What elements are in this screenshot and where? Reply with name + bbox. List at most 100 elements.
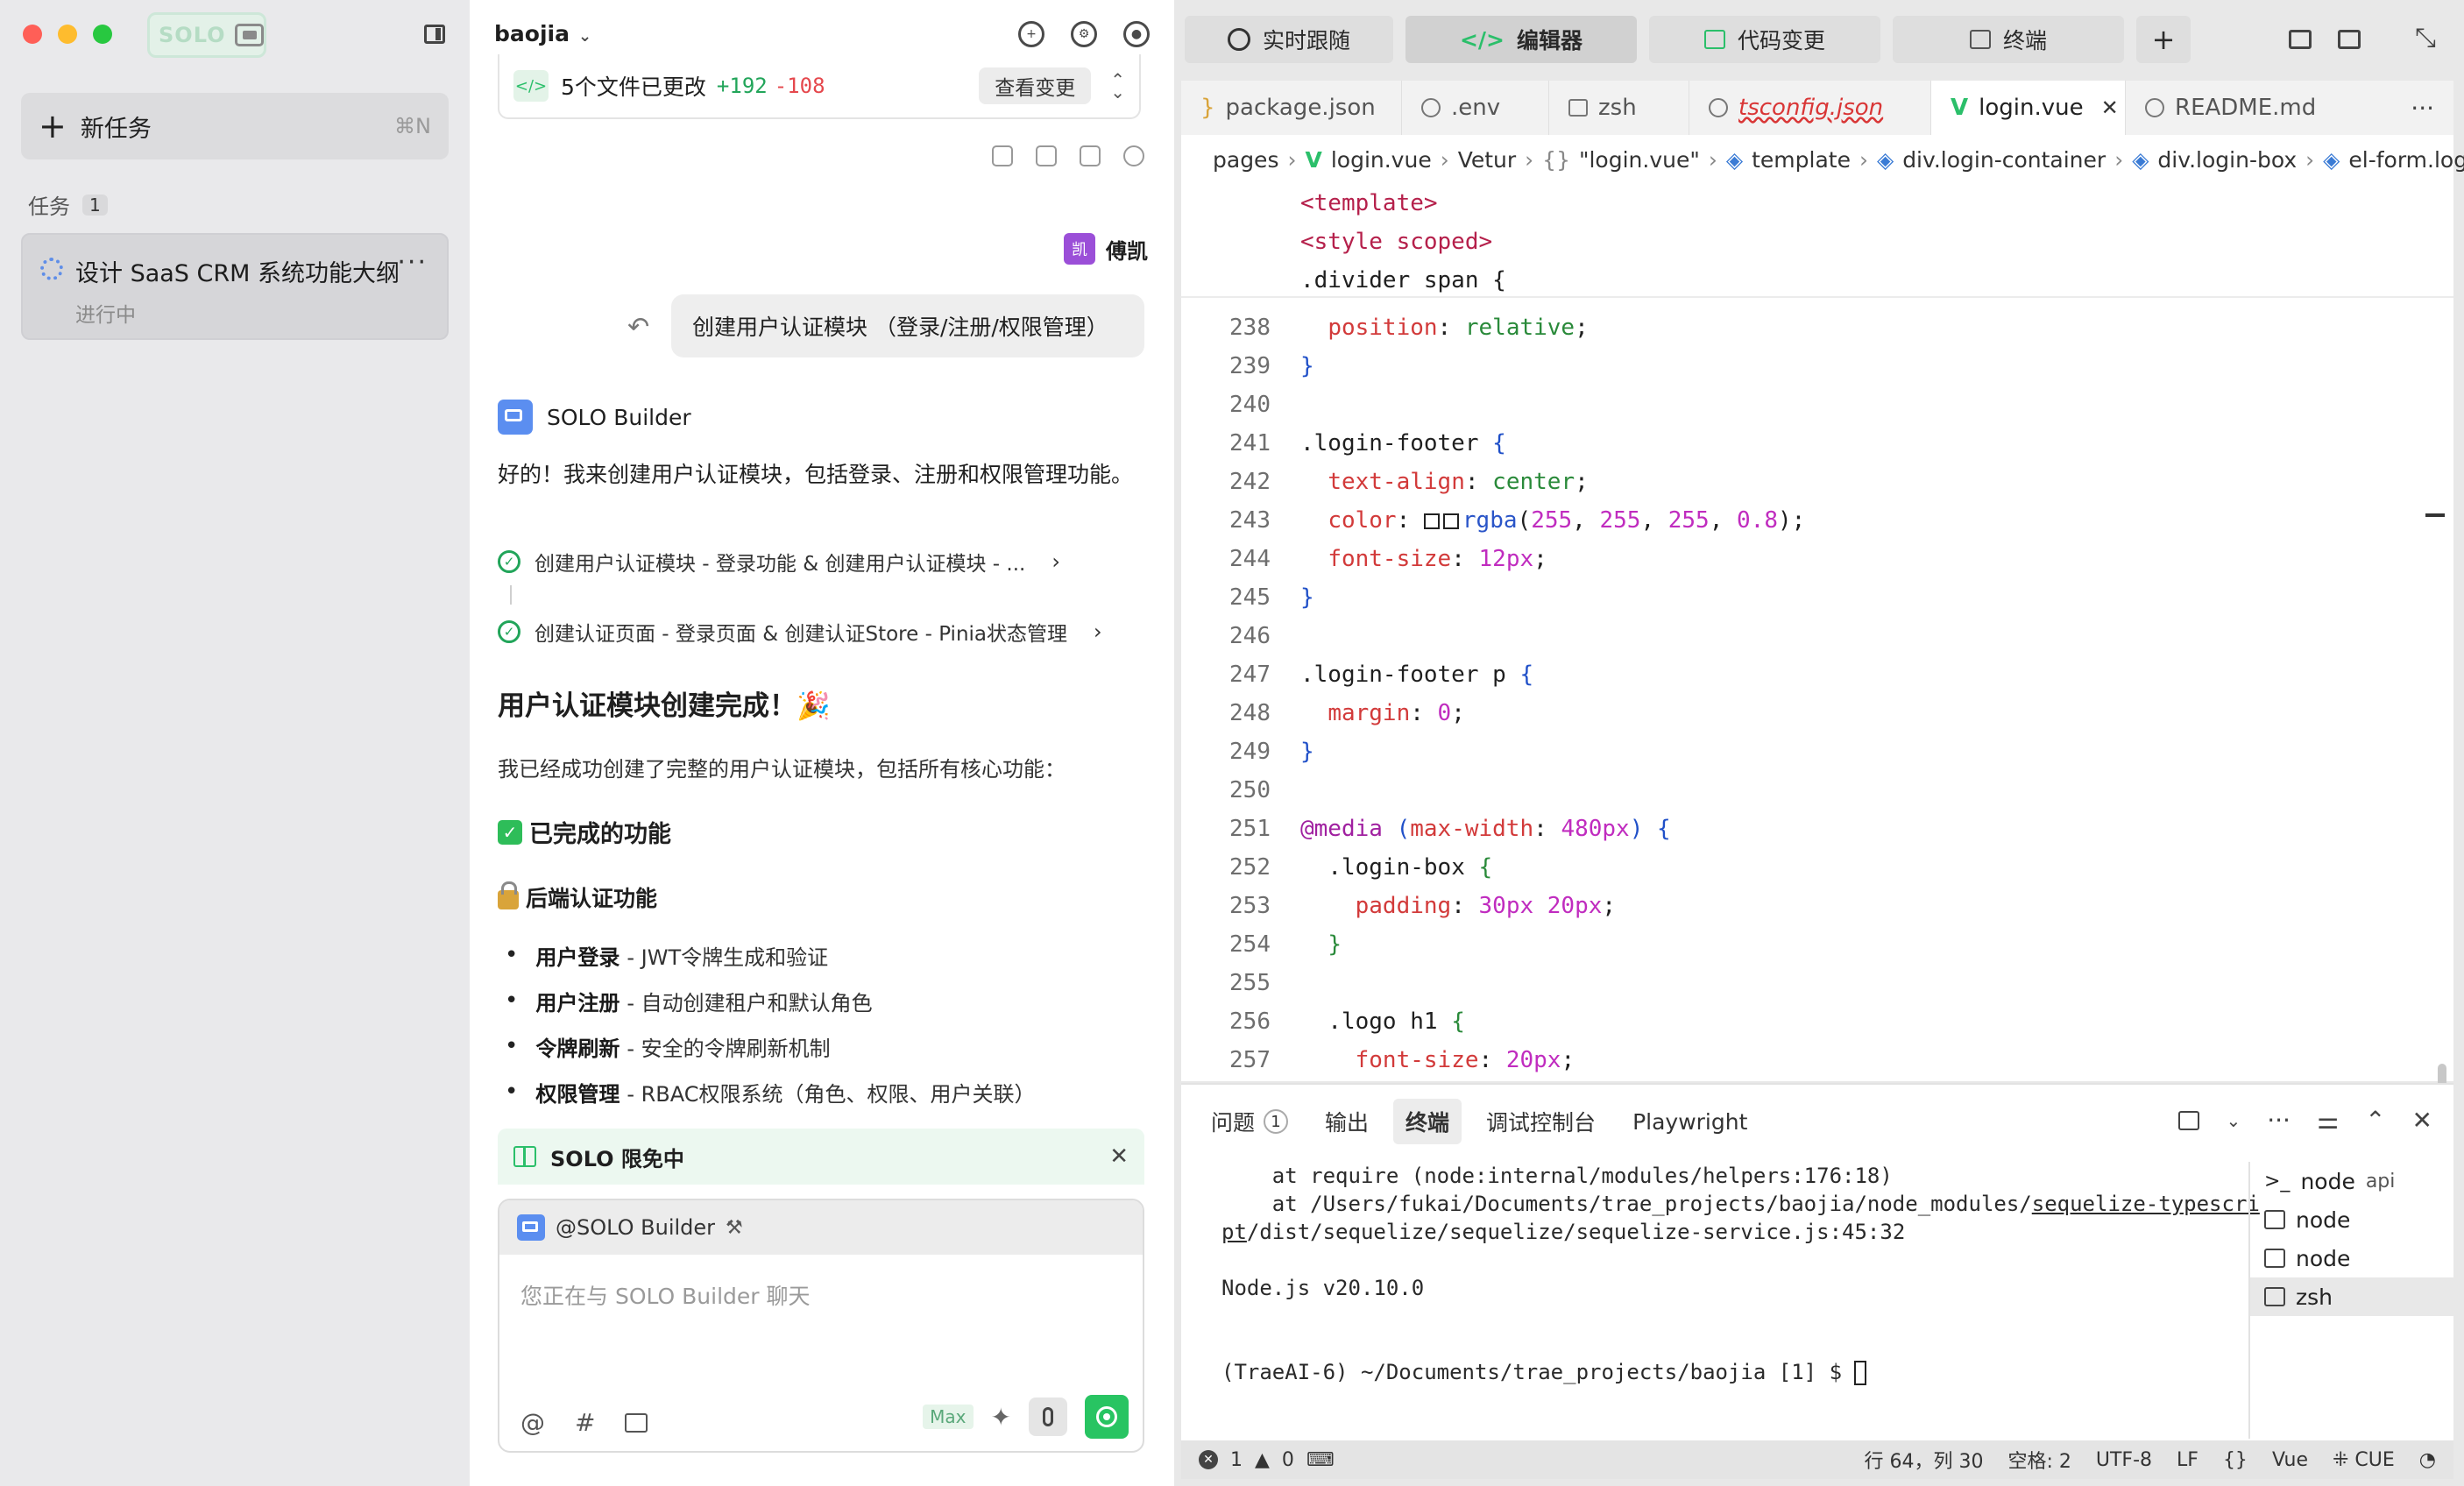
breadcrumb-item[interactable]: pages <box>1213 147 1278 173</box>
collapse-icon[interactable]: ⤡ <box>2415 23 2436 53</box>
breadcrumb-item[interactable]: template <box>1752 147 1851 173</box>
project-selector[interactable]: baojia ⌄ <box>494 21 591 46</box>
code-line[interactable]: 254 } <box>1181 925 2408 964</box>
code-line[interactable]: 256 .logo h1 { <box>1181 1002 2408 1041</box>
file-tab-tsconfig[interactable]: tsconfig.json <box>1689 81 1931 135</box>
microphone-icon[interactable] <box>1029 1398 1067 1436</box>
file-tab-readme[interactable]: README.md <box>2126 81 2343 135</box>
file-tab-zsh[interactable]: zsh <box>1549 81 1689 135</box>
copy-icon[interactable] <box>1080 145 1101 166</box>
close-panel-icon[interactable]: ✕ <box>2412 1106 2432 1135</box>
tab-terminal[interactable]: 终端 <box>1893 16 2124 63</box>
terminal-item[interactable]: node <box>2250 1239 2453 1277</box>
cue-status[interactable]: ⁜ CUE <box>2333 1449 2395 1471</box>
account-icon[interactable]: ● <box>1123 21 1150 47</box>
thumbs-up-icon[interactable] <box>992 145 1013 166</box>
encoding[interactable]: UTF-8 <box>2096 1449 2152 1471</box>
tab-output[interactable]: 输出 <box>1313 1099 1381 1144</box>
code-line[interactable]: 239} <box>1181 347 2408 386</box>
view-changes-button[interactable]: 查看变更 <box>979 67 1092 104</box>
expand-collapse-icon[interactable]: ⌃ ⌄ <box>1110 71 1125 101</box>
tools-icon[interactable]: ⚒ <box>726 1217 743 1239</box>
tab-terminal[interactable]: 终端 <box>1393 1099 1462 1144</box>
minimize-window-button[interactable] <box>58 25 77 44</box>
more-options-icon[interactable]: ··· <box>397 247 428 278</box>
terminal-item[interactable]: >_ node api <box>2250 1162 2453 1200</box>
terminal-item[interactable]: zsh <box>2250 1277 2453 1316</box>
color-swatch[interactable] <box>1423 513 1440 529</box>
breadcrumb-item[interactable]: el-form.log <box>2348 147 2464 173</box>
breadcrumb-item[interactable]: Vetur <box>1458 147 1516 173</box>
new-task-button[interactable]: + 新任务 ⌘N <box>21 93 449 159</box>
tab-problems[interactable]: 问题 1 <box>1199 1099 1300 1144</box>
gear-icon[interactable]: ⚙ <box>1071 21 1097 47</box>
code-editor[interactable]: pages › Vlogin.vue › Vetur › {} "login.vue" ›… <box>1181 135 2464 1136</box>
file-tab-login-vue[interactable]: V login.vue ✕ <box>1931 81 2126 135</box>
code-line[interactable]: 245} <box>1181 578 2408 617</box>
sticky-line[interactable]: <template> <box>1181 184 2408 223</box>
terminal-item[interactable]: node <box>2250 1200 2453 1239</box>
split-terminal-icon[interactable] <box>2178 1110 2200 1130</box>
code-line[interactable]: 241 .login-footer { <box>1181 424 2408 463</box>
code-line[interactable]: 257 font-size: 20px; <box>1181 1041 2408 1079</box>
code-line[interactable]: 244 font-size: 12px; <box>1181 540 2408 578</box>
tab-editor[interactable]: </> 编辑器 <box>1405 16 1637 63</box>
code-line[interactable]: 255 <box>1181 964 2408 1002</box>
sticky-line[interactable]: .divider span { <box>1181 261 2408 300</box>
code-line[interactable]: 249} <box>1181 732 2408 771</box>
file-tab-package-json[interactable]: } package.json <box>1181 81 1402 135</box>
notification-icon[interactable]: ◔ <box>2419 1449 2436 1471</box>
thumbs-down-icon[interactable] <box>1036 145 1057 166</box>
code-line[interactable]: 251 @media (max-width: 480px) { <box>1181 810 2408 848</box>
close-icon[interactable]: ✕ <box>1109 1143 1129 1170</box>
hashtag-icon[interactable]: # <box>575 1408 595 1437</box>
status-problems[interactable]: ✕ 1 ▲ 0 ⌨ <box>1199 1449 1335 1471</box>
color-swatch[interactable] <box>1442 513 1459 529</box>
tab-live-follow[interactable]: 实时跟随 <box>1185 16 1393 63</box>
at-mention-icon[interactable]: @ <box>520 1408 545 1437</box>
add-view-button[interactable]: + <box>2136 16 2191 63</box>
code-line[interactable]: 242 text-align: center; <box>1181 463 2408 501</box>
tab-debug-console[interactable]: 调试控制台 <box>1474 1099 1608 1144</box>
solo-mode-badge[interactable]: SOLO <box>147 12 266 58</box>
step-item[interactable]: ✓ 创建认证页面 - 登录页面 & 创建认证Store - Pinia状态管理 … <box>498 617 1102 647</box>
chat-input[interactable]: 您正在与 SOLO Builder 聊天 <box>520 1279 811 1311</box>
line-ending[interactable]: LF <box>2177 1449 2198 1471</box>
breadcrumb-item[interactable]: div.login-box <box>2157 147 2297 173</box>
panel-layout-icon[interactable] <box>2289 30 2312 49</box>
breadcrumb-item[interactable]: div.login-container <box>1902 147 2106 173</box>
composer-agent-bar[interactable]: @SOLO Builder ⚒ <box>499 1200 1143 1255</box>
code-line[interactable]: 238 position: relative; <box>1181 308 2408 347</box>
braces-icon[interactable]: {} <box>2223 1449 2248 1471</box>
indentation[interactable]: 空格: 2 <box>2007 1446 2071 1474</box>
step-item[interactable]: ✓ 创建用户认证模块 - 登录功能 & 创建用户认证模块 - ... › <box>498 547 1060 577</box>
code-line[interactable]: 243 color: rgba(255, 255, 255, 0.8); <box>1181 501 2408 540</box>
zoom-window-button[interactable] <box>93 25 112 44</box>
code-line[interactable]: 253 padding: 30px 20px; <box>1181 887 2408 925</box>
more-icon[interactable]: ··· <box>2411 94 2434 123</box>
chevron-down-icon[interactable]: ⌄ <box>2226 1110 2241 1131</box>
code-line[interactable]: 246 <box>1181 617 2408 655</box>
tab-playwright[interactable]: Playwright <box>1620 1102 1759 1142</box>
language-mode[interactable]: Vue <box>2272 1449 2308 1471</box>
maximize-panel-icon[interactable]: ⌃ <box>2365 1106 2385 1135</box>
breadcrumb-item[interactable]: login.vue <box>1331 147 1432 173</box>
split-layout-icon[interactable] <box>2338 30 2361 49</box>
tab-code-changes[interactable]: 代码变更 <box>1649 16 1880 63</box>
cursor-position[interactable]: 行 64，列 30 <box>1864 1446 1983 1474</box>
send-button[interactable] <box>1085 1395 1129 1439</box>
close-icon[interactable]: ✕ <box>2101 96 2119 120</box>
code-line[interactable]: 240 <box>1181 386 2408 424</box>
breadcrumb-item[interactable]: "login.vue" <box>1579 147 1700 173</box>
new-chat-icon[interactable]: + <box>1018 21 1044 47</box>
retry-icon[interactable] <box>1123 145 1144 166</box>
code-line[interactable]: 252 .login-box { <box>1181 848 2408 887</box>
task-item[interactable]: 设计 SaaS CRM 系统功能大纲 ··· 进行中 <box>21 233 449 340</box>
keyboard-icon[interactable]: ⌨ <box>1306 1449 1335 1471</box>
code-line[interactable]: 248 margin: 0; <box>1181 694 2408 732</box>
sparkle-icon[interactable]: ✦ <box>991 1403 1011 1432</box>
file-tab-env[interactable]: .env <box>1402 81 1549 135</box>
image-icon[interactable] <box>625 1412 648 1433</box>
more-icon[interactable]: ··· <box>2267 1106 2291 1135</box>
max-mode-badge[interactable]: Max <box>923 1405 974 1429</box>
